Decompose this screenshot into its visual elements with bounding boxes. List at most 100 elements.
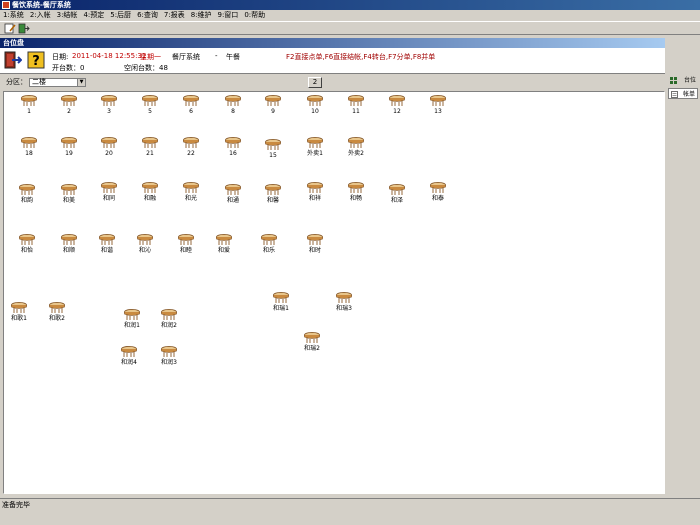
help-icon[interactable]: ?: [27, 51, 45, 69]
table-19[interactable]: 外卖2: [341, 137, 371, 157]
table-8[interactable]: 11: [341, 95, 371, 115]
table-14[interactable]: 21: [135, 137, 165, 157]
table-label: 3: [107, 108, 111, 115]
table-42[interactable]: 和润2: [154, 309, 184, 329]
tab-tables[interactable]: 台位: [668, 75, 698, 86]
table-icon: [265, 139, 281, 150]
grid-icon: [670, 77, 677, 84]
table-15[interactable]: 22: [176, 137, 206, 157]
table-9[interactable]: 12: [382, 95, 412, 115]
table-44[interactable]: 和润3: [154, 346, 184, 366]
table-18[interactable]: 外卖1: [300, 137, 330, 157]
exit-icon[interactable]: [4, 51, 23, 69]
table-13[interactable]: 20: [94, 137, 124, 157]
toolbar: [0, 21, 700, 35]
table-3[interactable]: 5: [135, 95, 165, 115]
menu-reserve[interactable]: 4:预定: [80, 10, 107, 21]
table-icon: [142, 137, 158, 148]
menu-bar: 1:系统 2:入帐 3:结帐 4:预定 5:后厨 6:查询 7:报表 8:维护 9:窗口 0:帮助: [0, 10, 700, 21]
table-12[interactable]: 19: [54, 137, 84, 157]
filter-row: 分区： 二楼 ▼ 2: [0, 75, 665, 89]
menu-checkout[interactable]: 3:结帐: [54, 10, 81, 21]
menu-entry[interactable]: 2:入帐: [27, 10, 54, 21]
table-1[interactable]: 2: [54, 95, 84, 115]
table-2[interactable]: 3: [94, 95, 124, 115]
table-icon: [307, 95, 323, 106]
table-41[interactable]: 和润1: [117, 309, 147, 329]
table-icon: [19, 184, 35, 195]
table-4[interactable]: 6: [176, 95, 206, 115]
table-icon: [273, 292, 289, 303]
tab-bill[interactable]: 帐单: [668, 88, 698, 99]
chevron-down-icon[interactable]: ▼: [77, 79, 85, 86]
table-24[interactable]: 和光: [176, 182, 206, 202]
zone-selected-value: 二楼: [32, 78, 46, 86]
table-icon: [49, 302, 65, 313]
table-0[interactable]: 1: [14, 95, 44, 115]
window-title-bar[interactable]: 餐饮系统-餐厅系统: [0, 0, 700, 10]
table-icon: [137, 234, 153, 245]
menu-report[interactable]: 7:报表: [161, 10, 188, 21]
status-bar: 准备完毕: [0, 498, 700, 510]
menu-kitchen[interactable]: 5:后厨: [107, 10, 134, 21]
table-20[interactable]: 和韵: [12, 184, 42, 204]
table-38[interactable]: 和时: [300, 234, 330, 254]
table-icon: [161, 309, 177, 320]
table-35[interactable]: 和睦: [171, 234, 201, 254]
menu-window[interactable]: 9:窗口: [215, 10, 242, 21]
menu-system[interactable]: 1:系统: [0, 10, 27, 21]
menu-query[interactable]: 6:查询: [134, 10, 161, 21]
window-title: 餐饮系统-餐厅系统: [12, 1, 71, 9]
table-7[interactable]: 10: [300, 95, 330, 115]
table-10[interactable]: 13: [423, 95, 453, 115]
table-37[interactable]: 和乐: [254, 234, 284, 254]
svg-text:?: ?: [32, 54, 40, 69]
table-label: 外卖2: [348, 150, 364, 157]
table-icon: [225, 137, 241, 148]
table-23[interactable]: 和融: [135, 182, 165, 202]
table-16[interactable]: 16: [218, 137, 248, 157]
table-47[interactable]: 和瑞2: [297, 332, 327, 352]
table-icon: [389, 184, 405, 195]
table-label: 21: [146, 150, 154, 157]
table-33[interactable]: 和谐: [92, 234, 122, 254]
table-36[interactable]: 和爱: [209, 234, 239, 254]
table-39[interactable]: 和歌1: [4, 302, 34, 322]
table-label: 和润1: [124, 322, 140, 329]
table-6[interactable]: 9: [258, 95, 288, 115]
table-icon: [225, 184, 241, 195]
table-label: 和瑞3: [336, 305, 352, 312]
table-11[interactable]: 18: [14, 137, 44, 157]
table-icon: [307, 234, 323, 245]
table-label: 和馨: [266, 197, 279, 204]
table-icon: [430, 95, 446, 106]
app-icon: [2, 1, 10, 9]
table-label: 和顺: [62, 247, 75, 254]
table-17[interactable]: 15: [258, 139, 288, 159]
table-45[interactable]: 和瑞1: [266, 292, 296, 312]
table-21[interactable]: 和美: [54, 184, 84, 204]
table-46[interactable]: 和瑞3: [329, 292, 359, 312]
table-22[interactable]: 和同: [94, 182, 124, 202]
table-30[interactable]: 和泰: [423, 182, 453, 202]
weekday: 星期一: [140, 53, 161, 61]
zone-select[interactable]: 二楼 ▼: [29, 78, 86, 87]
table-32[interactable]: 和顺: [54, 234, 84, 254]
table-label: 和泽: [390, 197, 403, 204]
table-icon: [61, 234, 77, 245]
next-zone-button[interactable]: 2: [308, 77, 322, 88]
menu-maintain[interactable]: 8:维护: [188, 10, 215, 21]
table-43[interactable]: 和润4: [114, 346, 144, 366]
menu-help[interactable]: 0:帮助: [241, 10, 268, 21]
table-27[interactable]: 和祥: [300, 182, 330, 202]
table-28[interactable]: 和畅: [341, 182, 371, 202]
table-29[interactable]: 和泽: [382, 184, 412, 204]
table-34[interactable]: 和沁: [130, 234, 160, 254]
table-26[interactable]: 和馨: [258, 184, 288, 204]
table-25[interactable]: 和通: [218, 184, 248, 204]
table-5[interactable]: 8: [218, 95, 248, 115]
exit-door-icon[interactable]: [18, 23, 30, 34]
table-40[interactable]: 和歌2: [42, 302, 72, 322]
table-31[interactable]: 和怡: [12, 234, 42, 254]
edit-doc-icon[interactable]: [4, 23, 16, 34]
